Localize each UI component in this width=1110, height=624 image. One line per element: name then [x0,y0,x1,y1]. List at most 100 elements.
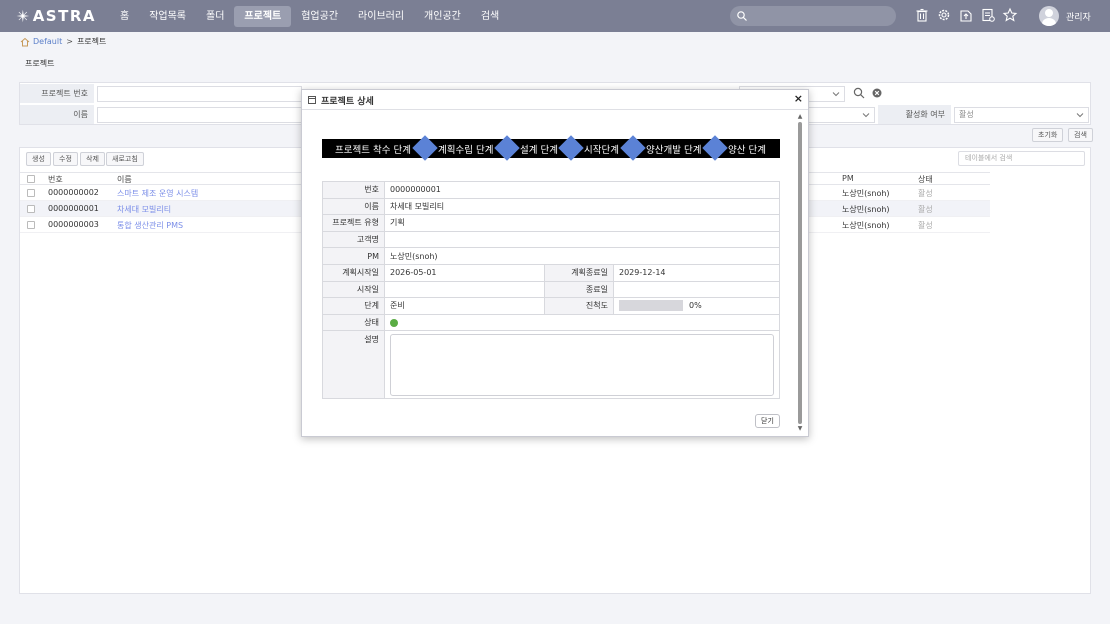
close-button[interactable]: 닫기 [755,414,780,428]
export-icon[interactable] [958,7,974,23]
active-select-value: 활성 [959,110,974,119]
nav-worklist[interactable]: 작업목록 [139,6,196,27]
global-search [730,6,896,26]
label-plan-end: 계획종료일 [544,263,614,282]
chevron-down-icon [1076,113,1084,118]
avatar[interactable] [1039,6,1059,26]
toolbar-icons [914,7,1024,23]
label-pm: PM [322,247,385,265]
active-select[interactable]: 활성 [954,107,1089,123]
search-icon[interactable] [736,10,748,22]
nav-project[interactable]: 프로젝트 [234,5,292,27]
value-customer [384,230,780,249]
nav-home[interactable]: 홈 [110,6,139,27]
active-label: 활성화 여부 [878,105,951,124]
nav-folder[interactable]: 폴더 [196,6,234,27]
star-logo-icon [16,9,30,23]
value-progress: 0% [613,297,780,315]
modal-close-button[interactable]: × [794,93,803,105]
row-status: 활성 [918,189,933,198]
stage-diamond [620,135,646,161]
row-status: 활성 [918,221,933,230]
value-type: 기획 [384,214,780,232]
label-description: 설명 [322,330,385,400]
reset-button[interactable]: 초기화 [1032,128,1064,142]
breadcrumb-separator: > [66,37,73,46]
scroll-up-arrow[interactable]: ▲ [796,114,804,120]
progress-percent: 0% [689,301,702,311]
astra-logo[interactable]: ASTRA [16,4,96,28]
col-no[interactable]: 번호 [48,174,63,185]
modal-scrollbar[interactable]: ▲ ▼ [796,114,804,432]
label-customer: 고객명 [322,230,385,249]
row-checkbox[interactable] [27,205,35,213]
value-stage: 준비 [384,297,545,315]
scroll-down-arrow[interactable]: ▼ [796,426,804,432]
main-nav: 홈 작업목록 폴더 프로젝트 협업공간 라이브러리 개인공간 검색 [110,0,509,32]
global-search-input[interactable] [750,8,890,24]
top-navigation-bar: ASTRA 홈 작업목록 폴더 프로젝트 협업공간 라이브러리 개인공간 검색 [0,0,1110,32]
project-no-input[interactable] [97,86,302,102]
stage-label: 양산 단계 [728,145,766,156]
star-icon[interactable] [1002,7,1018,23]
row-name-link[interactable]: 차세대 모빌리티 [117,204,171,215]
edit-button[interactable]: 수정 [53,152,78,166]
chevron-down-icon [832,92,840,97]
home-icon[interactable] [20,37,30,47]
project-detail-modal: 프로젝트 상세 × 프로젝트 착수 단계 계획수립 단계 설계 단계 시작단계 … [301,89,809,437]
stage-diamond [412,135,438,161]
user-name[interactable]: 관리자 [1066,10,1091,23]
nav-collaboration[interactable]: 협업공간 [291,6,348,27]
stage-label: 시작단계 [584,145,619,156]
select-all-checkbox[interactable] [27,175,35,183]
label-progress: 진척도 [544,297,614,315]
user-menu[interactable]: 관리자 [1039,6,1091,26]
row-pm: 노상민(snoh) [842,189,890,198]
nav-personal[interactable]: 개인공간 [414,6,471,27]
col-pm[interactable]: PM [842,174,854,183]
search-icon[interactable] [853,87,865,99]
row-no: 0000000002 [48,188,99,197]
create-button[interactable]: 생성 [26,152,51,166]
row-name-link[interactable]: 통합 생산관리 PMS [117,220,183,231]
row-pm: 노상민(snoh) [842,205,890,214]
row-name-link[interactable]: 스마트 제조 운영 시스템 [117,188,198,199]
nav-library[interactable]: 라이브러리 [348,6,414,27]
label-plan-start: 계획시작일 [322,263,385,282]
label-type: 프로젝트 유형 [322,214,385,232]
refresh-button[interactable]: 새로고침 [106,152,144,166]
filter-search-button[interactable]: 검색 [1068,128,1093,142]
modal-title: 프로젝트 상세 [321,97,374,107]
value-status [384,313,780,332]
col-status[interactable]: 상태 [918,174,933,185]
gear-icon[interactable] [936,7,952,23]
modal-header: 프로젝트 상세 × [302,90,808,110]
col-name[interactable]: 이름 [117,174,132,185]
label-no: 번호 [322,181,385,199]
stage-diamond [494,135,520,161]
stage-label: 설계 단계 [520,145,558,156]
row-checkbox[interactable] [27,221,35,229]
scroll-thumb[interactable] [798,122,802,424]
value-pm: 노상민(snoh) [384,247,780,265]
row-checkbox[interactable] [27,189,35,197]
delete-button[interactable]: 삭제 [80,152,105,166]
stage-label: 양산개발 단계 [646,145,702,156]
trash-icon[interactable] [914,7,930,23]
document-icon[interactable] [980,7,996,23]
value-description [384,330,780,400]
logo-text: ASTRA [32,7,96,25]
window-icon [308,96,316,104]
clear-icon[interactable] [872,88,882,98]
name-input[interactable] [97,107,302,123]
progress-bar [619,300,683,312]
description-textarea[interactable] [390,333,774,396]
table-search-input[interactable]: 테이블에서 검색 [958,151,1085,166]
breadcrumb-current: 프로젝트 [76,37,107,46]
stage-diamond [702,135,728,161]
nav-search[interactable]: 검색 [471,6,509,27]
breadcrumb-root[interactable]: Default [33,37,62,46]
name-label: 이름 [20,105,94,124]
breadcrumb: Default > 프로젝트 [20,36,106,47]
project-detail-table: 번호 0000000001 이름 차세대 모빌리티 프로젝트 유형 기획 고객명… [322,181,780,400]
